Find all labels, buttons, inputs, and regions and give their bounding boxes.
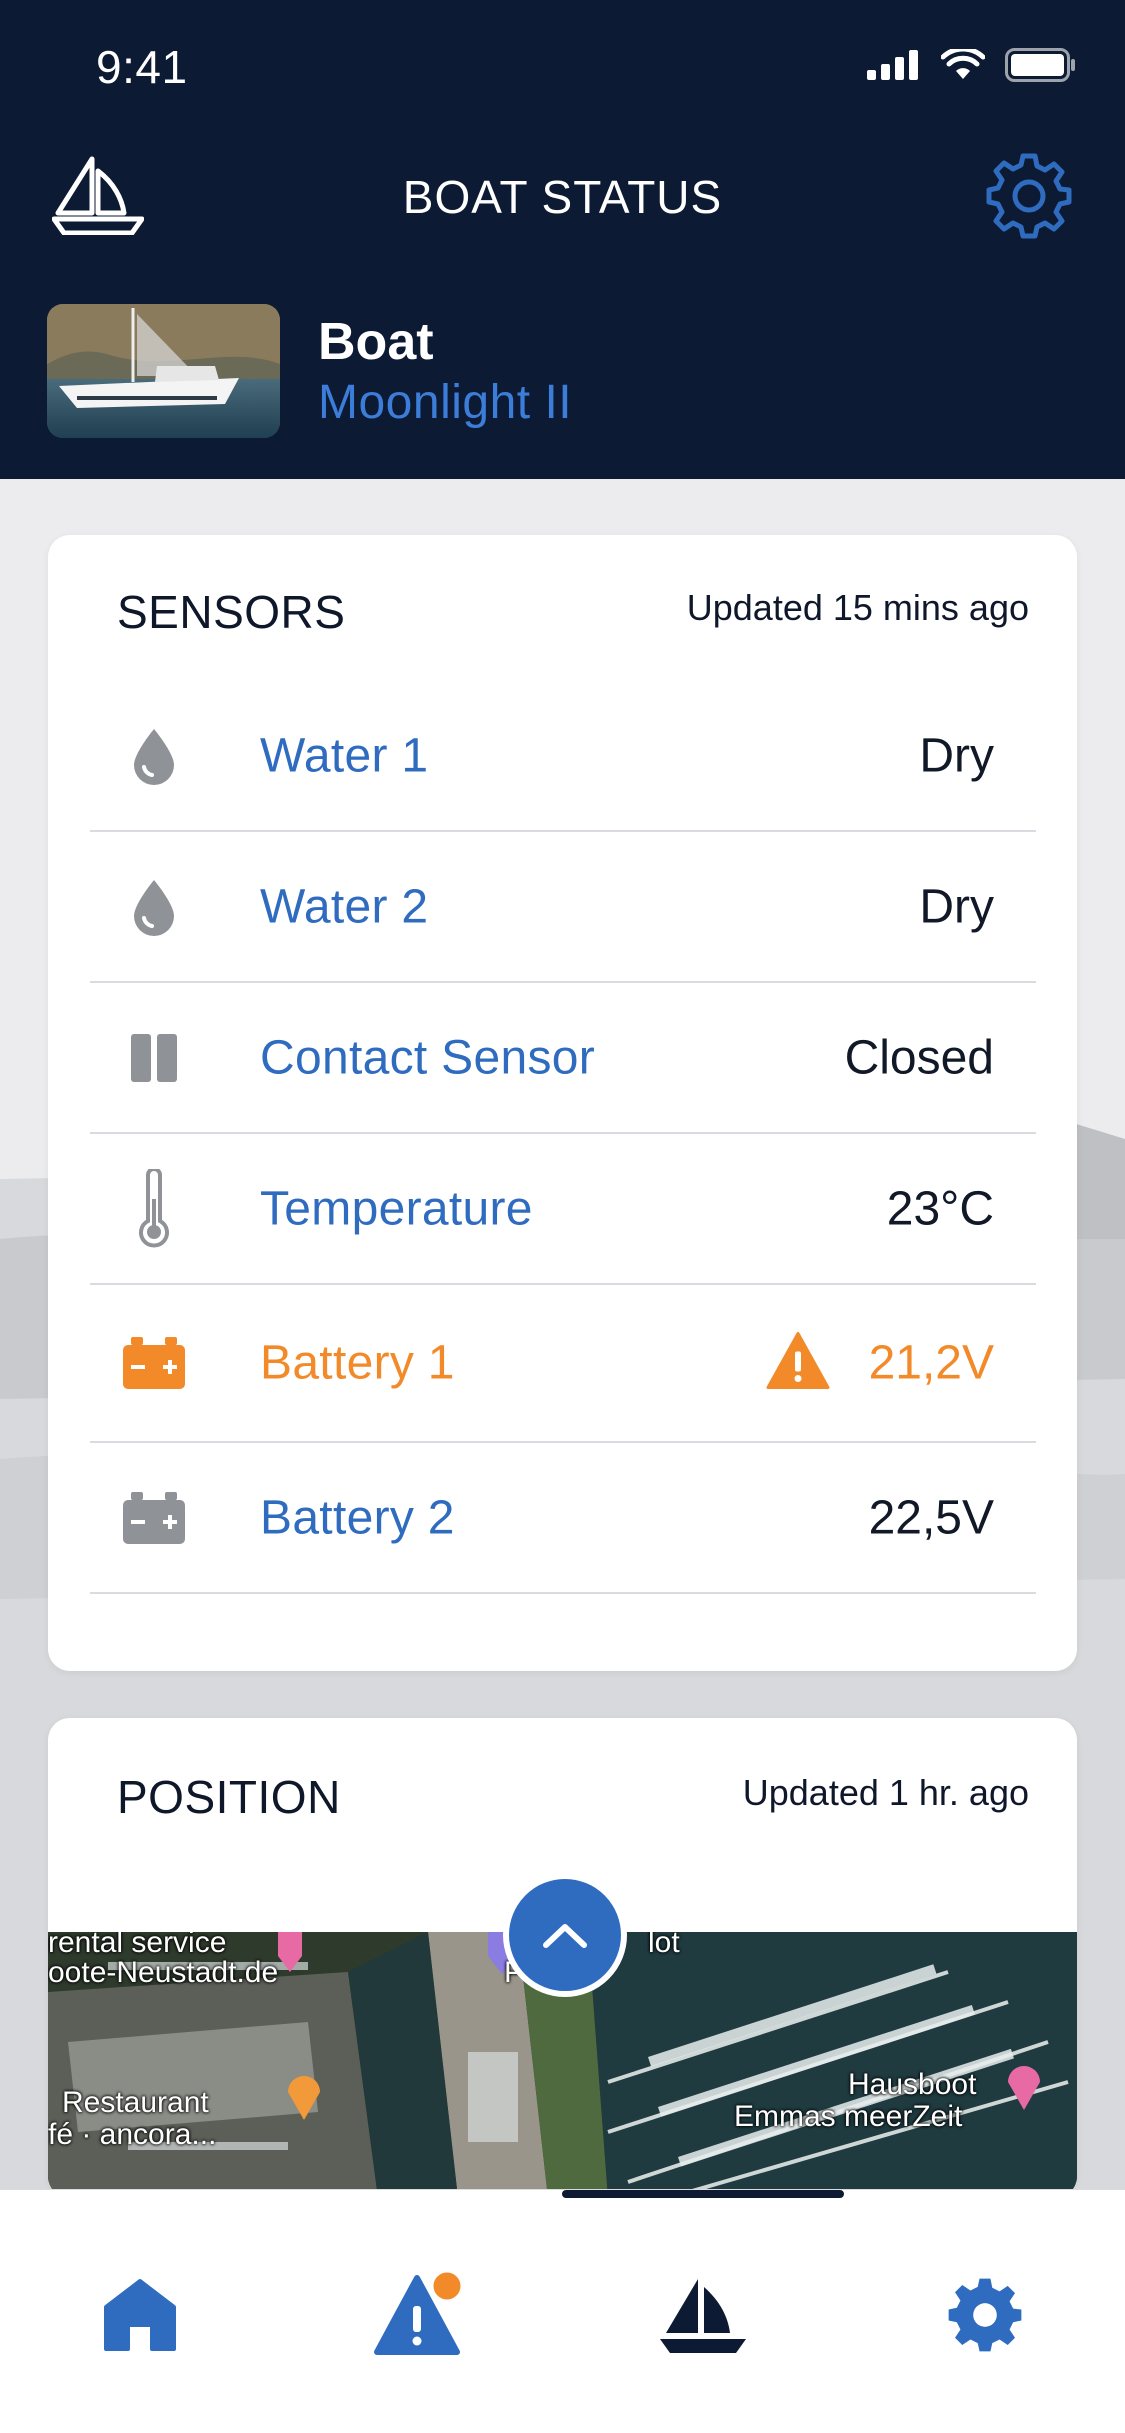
map-label: Hausboot bbox=[848, 2068, 977, 2101]
tab-boat[interactable] bbox=[648, 2260, 758, 2370]
cellular-signal-icon bbox=[867, 50, 918, 80]
home-icon bbox=[104, 2279, 176, 2351]
boat-photo[interactable] bbox=[47, 304, 280, 438]
boat-label: Boat bbox=[318, 313, 434, 371]
status-time: 9:41 bbox=[96, 41, 188, 93]
warning-triangle-icon bbox=[766, 1332, 830, 1395]
thermometer-icon bbox=[137, 1168, 171, 1249]
sensor-label: Battery 2 bbox=[260, 1491, 455, 1544]
position-updated-text: Updated 1 hr. ago bbox=[742, 1772, 1029, 1813]
boat-name[interactable]: Moonlight II bbox=[318, 375, 572, 430]
expand-map-button[interactable] bbox=[503, 1873, 627, 1997]
app-header: 9:41 BOAT STATUS Boat Moonlight II bbox=[0, 0, 1125, 479]
sensor-label: Temperature bbox=[260, 1182, 533, 1235]
page-title: BOAT STATUS bbox=[402, 171, 723, 223]
chevron-up-icon bbox=[543, 1924, 587, 1948]
map-label: lot bbox=[648, 1932, 680, 1959]
water-drop-icon bbox=[130, 727, 178, 785]
alerts-icon bbox=[374, 2270, 464, 2355]
map-label: fé · ancora... bbox=[48, 2118, 217, 2151]
sensors-card: SENSORS Updated 15 mins ago Water 1 Dry … bbox=[48, 535, 1077, 1671]
sensor-value: 22,5V bbox=[868, 1491, 994, 1544]
battery-icon bbox=[123, 1337, 185, 1389]
contact-sensor-icon bbox=[129, 1032, 179, 1084]
settings-icon bbox=[948, 2278, 1022, 2352]
sensors-updated-text: Updated 15 mins ago bbox=[686, 587, 1029, 628]
sensor-value: Dry bbox=[919, 729, 994, 782]
sensor-label: Water 2 bbox=[260, 880, 429, 933]
status-icons bbox=[867, 48, 1077, 82]
sensor-row-water-1[interactable]: Water 1 Dry bbox=[90, 681, 1036, 832]
tab-bar bbox=[0, 2189, 1125, 2433]
sensor-label: Water 1 bbox=[260, 729, 429, 782]
sensors-title: SENSORS bbox=[117, 586, 346, 638]
sensor-row-contact[interactable]: Contact Sensor Closed bbox=[90, 983, 1036, 1134]
sensor-value: Dry bbox=[919, 880, 994, 933]
sensor-row-battery-1[interactable]: Battery 1 21,2V bbox=[90, 1285, 1036, 1443]
sensor-label: Battery 1 bbox=[260, 1336, 455, 1390]
sensor-label: Contact Sensor bbox=[260, 1031, 596, 1084]
battery-status-icon bbox=[1005, 48, 1075, 82]
settings-gear-icon[interactable] bbox=[985, 152, 1073, 240]
wifi-icon bbox=[941, 49, 985, 79]
boat-icon bbox=[660, 2279, 746, 2353]
sensor-row-battery-2[interactable]: Battery 2 22,5V bbox=[90, 1443, 1036, 1594]
water-drop-icon bbox=[130, 878, 178, 936]
battery-icon bbox=[123, 1491, 185, 1544]
sensor-value: Closed bbox=[844, 1031, 994, 1084]
sensor-row-water-2[interactable]: Water 2 Dry bbox=[90, 832, 1036, 983]
tab-home[interactable] bbox=[85, 2260, 195, 2370]
map-label: Emmas meerZeit bbox=[734, 2100, 963, 2133]
status-bar: 9:41 bbox=[0, 0, 1125, 140]
sensor-value: 23°C bbox=[886, 1182, 994, 1235]
map-label: Restaurant bbox=[62, 2086, 209, 2119]
tab-settings[interactable] bbox=[930, 2260, 1040, 2370]
sensor-row-temperature[interactable]: Temperature 23°C bbox=[90, 1134, 1036, 1285]
sensor-value: 21,2V bbox=[868, 1336, 994, 1390]
map-label: oote-Neustadt.de bbox=[48, 1956, 279, 1989]
position-title: POSITION bbox=[117, 1771, 341, 1823]
tab-alerts[interactable] bbox=[366, 2260, 476, 2370]
scroll-indicator bbox=[562, 2190, 844, 2198]
